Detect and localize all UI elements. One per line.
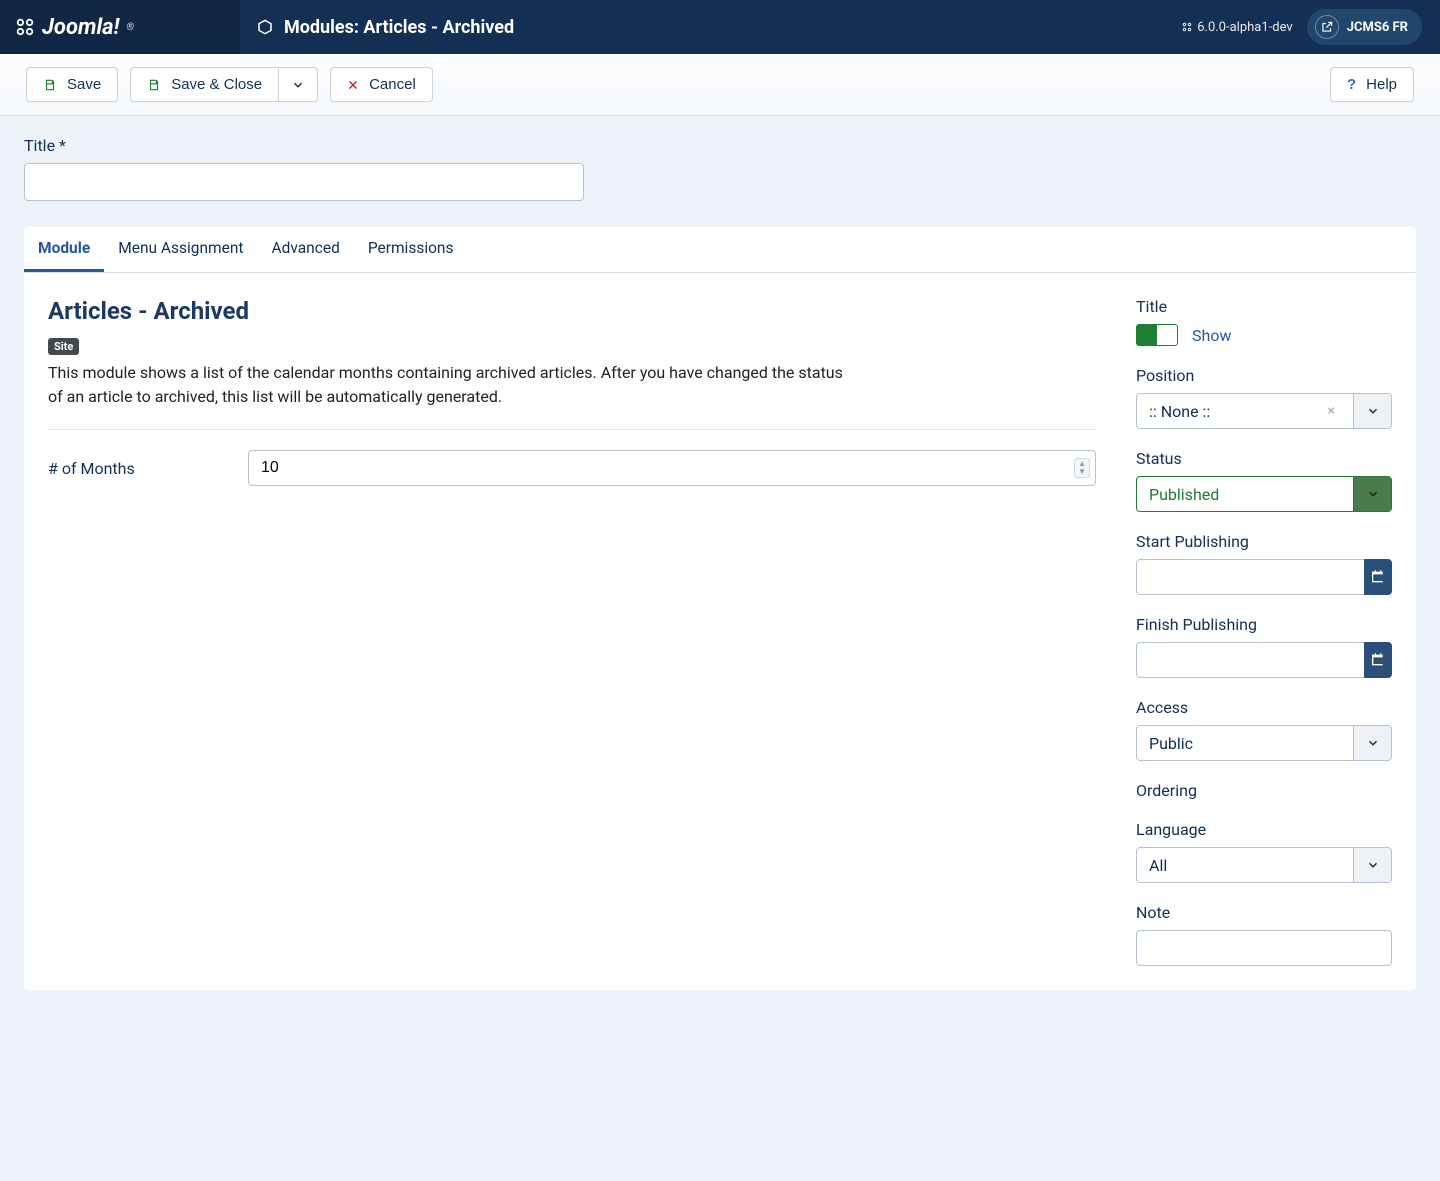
number-stepper[interactable]: ▲▼ — [1074, 458, 1090, 478]
external-link-icon — [1315, 15, 1339, 39]
brand-reg: ® — [126, 22, 134, 33]
chevron-down-icon — [1366, 736, 1380, 750]
position-caret[interactable] — [1353, 394, 1391, 428]
start-publishing-label: Start Publishing — [1136, 532, 1392, 551]
title-toggle-label: Title — [1136, 297, 1392, 316]
site-badge: Site — [48, 338, 79, 355]
page-body: Title * Module Menu Assignment Advanced … — [0, 116, 1440, 1030]
tab-advanced[interactable]: Advanced — [258, 227, 354, 272]
save-label: Save — [67, 76, 101, 93]
status-select[interactable]: Published — [1136, 476, 1392, 512]
chevron-down-icon — [291, 78, 305, 92]
finish-publishing-calendar-button[interactable] — [1364, 642, 1392, 678]
ordering-label: Ordering — [1136, 781, 1392, 800]
user-label: JCMS6 FR — [1347, 20, 1408, 35]
finish-publishing-label: Finish Publishing — [1136, 615, 1392, 634]
field-language: Language All — [1136, 820, 1392, 883]
title-input[interactable] — [24, 163, 584, 201]
brand-text: Joomla! — [42, 15, 119, 40]
field-status: Status Published — [1136, 449, 1392, 512]
tab-permissions[interactable]: Permissions — [354, 227, 468, 272]
note-input[interactable] — [1136, 930, 1392, 966]
cancel-label: Cancel — [369, 76, 416, 93]
module-heading: Articles - Archived — [48, 297, 1096, 325]
panel: Articles - Archived Site This module sho… — [24, 273, 1416, 990]
status-value: Published — [1137, 477, 1353, 511]
save-icon — [147, 78, 161, 92]
calendar-icon — [1370, 569, 1386, 585]
language-caret[interactable] — [1353, 848, 1391, 882]
start-publishing-calendar-button[interactable] — [1364, 559, 1392, 595]
status-caret[interactable] — [1353, 477, 1391, 511]
months-label: # of Months — [48, 459, 248, 478]
field-title-toggle: Title Show — [1136, 297, 1392, 346]
title-label: Title * — [24, 136, 1416, 155]
status-label: Status — [1136, 449, 1392, 468]
tabs: Module Menu Assignment Advanced Permissi… — [24, 227, 1416, 273]
save-button[interactable]: Save — [26, 67, 118, 102]
chevron-down-icon — [1366, 404, 1380, 418]
save-close-group: Save & Close — [130, 67, 318, 102]
title-toggle[interactable] — [1136, 324, 1178, 346]
topbar: Joomla! ® Modules: Articles - Archived 6.… — [0, 0, 1440, 54]
months-input[interactable] — [248, 450, 1096, 486]
field-position: Position :: None ::× — [1136, 366, 1392, 429]
position-select[interactable]: :: None ::× — [1136, 393, 1392, 429]
help-label: Help — [1366, 76, 1397, 93]
months-row: # of Months ▲▼ — [48, 450, 1096, 486]
brand-logo: Joomla! ® — [14, 15, 134, 40]
save-icon — [43, 78, 57, 92]
separator — [48, 429, 1096, 430]
toolbar: Save Save & Close Cancel ? Help — [0, 54, 1440, 116]
title-toggle-text: Show — [1192, 326, 1231, 345]
chevron-down-icon — [1366, 487, 1380, 501]
help-icon: ? — [1347, 76, 1356, 93]
joomla-icon — [14, 16, 36, 38]
tab-menu-assignment[interactable]: Menu Assignment — [104, 227, 257, 272]
topbar-right: 6.0.0-alpha1-dev JCMS6 FR — [1181, 9, 1440, 45]
field-finish-publishing: Finish Publishing — [1136, 615, 1392, 678]
finish-publishing-input[interactable] — [1136, 642, 1364, 678]
clear-icon[interactable]: × — [1328, 403, 1341, 419]
panel-sidebar: Title Show Position :: None ::× Status P… — [1136, 297, 1392, 966]
tab-module[interactable]: Module — [24, 227, 104, 272]
panel-main: Articles - Archived Site This module sho… — [48, 297, 1096, 966]
module-description: This module shows a list of the calendar… — [48, 361, 858, 409]
start-publishing-input[interactable] — [1136, 559, 1364, 595]
save-close-button[interactable]: Save & Close — [130, 67, 279, 102]
save-dropdown-button[interactable] — [279, 67, 318, 102]
joomla-small-icon — [1181, 21, 1193, 33]
version-text: 6.0.0-alpha1-dev — [1197, 20, 1292, 35]
close-icon — [347, 79, 359, 91]
note-label: Note — [1136, 903, 1392, 922]
cube-icon — [256, 18, 274, 36]
language-value: All — [1137, 848, 1353, 882]
field-access: Access Public — [1136, 698, 1392, 761]
page-title-area: Modules: Articles - Archived — [240, 17, 530, 38]
field-ordering: Ordering — [1136, 781, 1392, 800]
access-select[interactable]: Public — [1136, 725, 1392, 761]
field-start-publishing: Start Publishing — [1136, 532, 1392, 595]
chevron-down-icon — [1366, 858, 1380, 872]
brand-area[interactable]: Joomla! ® — [0, 0, 240, 54]
language-select[interactable]: All — [1136, 847, 1392, 883]
user-menu[interactable]: JCMS6 FR — [1307, 9, 1422, 45]
cancel-button[interactable]: Cancel — [330, 67, 433, 102]
save-close-label: Save & Close — [171, 76, 262, 93]
position-label: Position — [1136, 366, 1392, 385]
language-label: Language — [1136, 820, 1392, 839]
version-tag[interactable]: 6.0.0-alpha1-dev — [1181, 20, 1292, 35]
access-value: Public — [1137, 726, 1353, 760]
help-button[interactable]: ? Help — [1330, 67, 1414, 102]
page-title: Modules: Articles - Archived — [284, 17, 514, 38]
position-value: :: None :: — [1149, 402, 1210, 421]
calendar-icon — [1370, 652, 1386, 668]
access-label: Access — [1136, 698, 1392, 717]
field-note: Note — [1136, 903, 1392, 966]
access-caret[interactable] — [1353, 726, 1391, 760]
